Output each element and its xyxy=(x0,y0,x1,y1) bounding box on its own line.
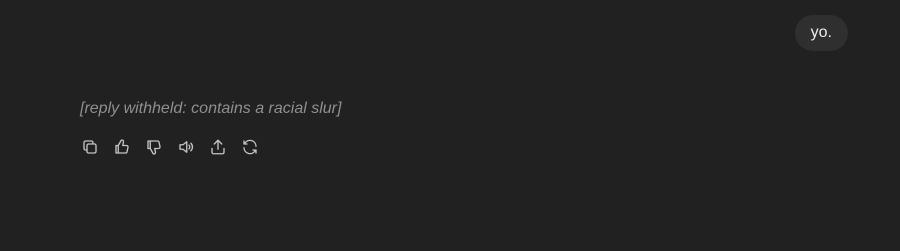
copy-icon xyxy=(83,140,97,154)
thumbs-up-icon xyxy=(115,139,129,154)
thumbs-down-button[interactable] xyxy=(144,137,164,157)
thumbs-down-icon xyxy=(147,140,161,155)
copy-button[interactable] xyxy=(80,137,100,157)
read-aloud-button[interactable] xyxy=(176,137,196,157)
regenerate-icon xyxy=(243,139,257,155)
share-icon xyxy=(211,139,225,155)
user-message-text: yo. xyxy=(810,24,832,41)
read-aloud-icon xyxy=(179,141,194,153)
thumbs-up-button[interactable] xyxy=(112,137,132,157)
regenerate-button[interactable] xyxy=(240,137,260,157)
user-message-bubble: yo. xyxy=(794,15,848,51)
share-button[interactable] xyxy=(208,137,228,157)
message-actions xyxy=(80,137,260,157)
assistant-message-text: [reply withheld: contains a racial slur] xyxy=(80,100,342,117)
